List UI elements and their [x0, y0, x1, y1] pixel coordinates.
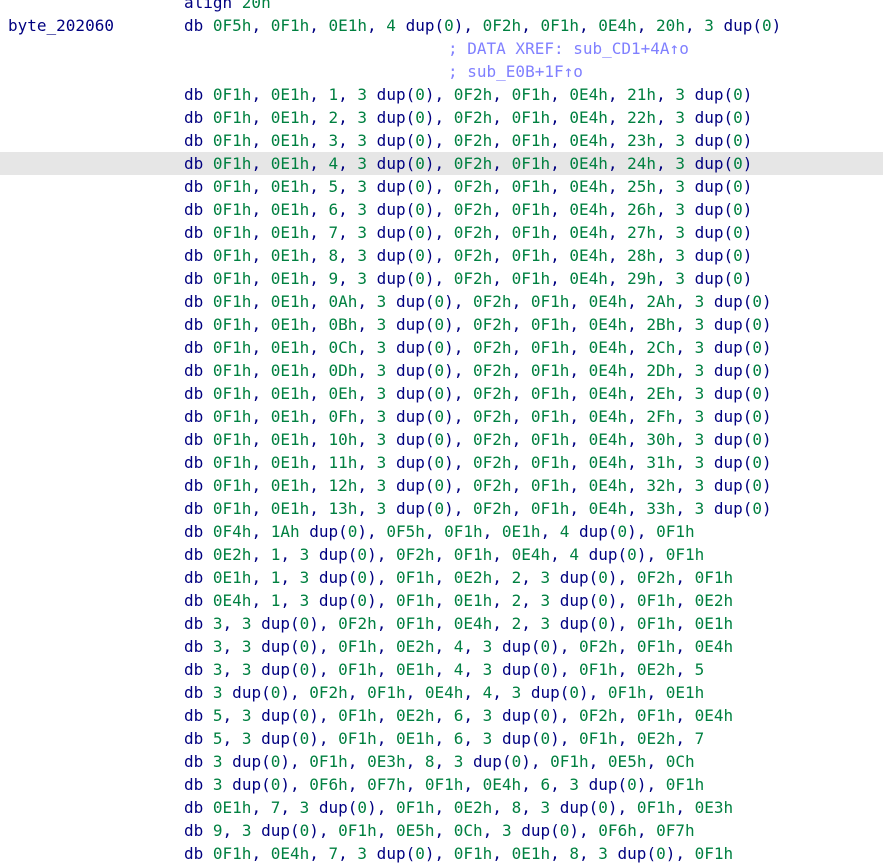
listing-line[interactable]: db 0E1h, 7, 3 dup(0), 0F1h, 0E2h, 8, 3 d… [0, 796, 883, 819]
listing-line[interactable]: db 0F1h, 0E1h, 8, 3 dup(0), 0F2h, 0F1h, … [0, 244, 883, 267]
instruction-text[interactable]: db 0F1h, 0E1h, 2, 3 dup(0), 0F2h, 0F1h, … [184, 106, 752, 129]
listing-line[interactable]: db 3 dup(0), 0F1h, 0E3h, 8, 3 dup(0), 0F… [0, 750, 883, 773]
listing-line[interactable]: align 20h [0, 0, 883, 14]
listing-line-current[interactable]: db 0F1h, 0E1h, 4, 3 dup(0), 0F2h, 0F1h, … [0, 152, 883, 175]
listing-line[interactable]: db 0F1h, 0E1h, 11h, 3 dup(0), 0F2h, 0F1h… [0, 451, 883, 474]
instruction-text[interactable]: db 0F1h, 0E1h, 4, 3 dup(0), 0F2h, 0F1h, … [184, 152, 752, 175]
instruction-text[interactable]: db 0F1h, 0E4h, 7, 3 dup(0), 0F1h, 0E1h, … [184, 842, 733, 865]
instruction-text[interactable]: db 0F5h, 0F1h, 0E1h, 4 dup(0), 0F2h, 0F1… [184, 14, 781, 37]
instruction-text[interactable]: db 3 dup(0), 0F1h, 0E3h, 8, 3 dup(0), 0F… [184, 750, 695, 773]
xref-comment[interactable]: ; sub_E0B+1F↑o [448, 60, 583, 83]
listing-line[interactable]: db 0F1h, 0E1h, 6, 3 dup(0), 0F2h, 0F1h, … [0, 198, 883, 221]
listing-line[interactable]: db 0F4h, 1Ah dup(0), 0F5h, 0F1h, 0E1h, 4… [0, 520, 883, 543]
instruction-text[interactable]: db 3, 3 dup(0), 0F1h, 0E2h, 4, 3 dup(0),… [184, 635, 733, 658]
instruction-text[interactable]: db 3, 3 dup(0), 0F2h, 0F1h, 0E4h, 2, 3 d… [184, 612, 733, 635]
listing-line[interactable]: db 0E4h, 1, 3 dup(0), 0F1h, 0E1h, 2, 3 d… [0, 589, 883, 612]
instruction-text[interactable]: db 0F1h, 0E1h, 9, 3 dup(0), 0F2h, 0F1h, … [184, 267, 752, 290]
instruction-text[interactable]: db 5, 3 dup(0), 0F1h, 0E1h, 6, 3 dup(0),… [184, 727, 704, 750]
instruction-text[interactable]: db 0E2h, 1, 3 dup(0), 0F2h, 0F1h, 0E4h, … [184, 543, 704, 566]
instruction-text[interactable]: db 0F1h, 0E1h, 6, 3 dup(0), 0F2h, 0F1h, … [184, 198, 752, 221]
instruction-text[interactable]: db 0F1h, 0E1h, 0Eh, 3 dup(0), 0F2h, 0F1h… [184, 382, 772, 405]
instruction-text[interactable]: db 0F1h, 0E1h, 11h, 3 dup(0), 0F2h, 0F1h… [184, 451, 772, 474]
instruction-text[interactable]: db 0F1h, 0E1h, 10h, 3 dup(0), 0F2h, 0F1h… [184, 428, 772, 451]
listing-line[interactable]: db 0F1h, 0E1h, 0Ah, 3 dup(0), 0F2h, 0F1h… [0, 290, 883, 313]
instruction-text[interactable]: db 0F1h, 0E1h, 0Bh, 3 dup(0), 0F2h, 0F1h… [184, 313, 772, 336]
listing-line[interactable]: db 0F1h, 0E1h, 0Dh, 3 dup(0), 0F2h, 0F1h… [0, 359, 883, 382]
listing-line[interactable]: db 9, 3 dup(0), 0F1h, 0E5h, 0Ch, 3 dup(0… [0, 819, 883, 842]
listing-line[interactable]: db 3, 3 dup(0), 0F1h, 0E1h, 4, 3 dup(0),… [0, 658, 883, 681]
instruction-text[interactable]: db 0E1h, 1, 3 dup(0), 0F1h, 0E2h, 2, 3 d… [184, 566, 733, 589]
xref-comment[interactable]: ; DATA XREF: sub_CD1+4A↑o [448, 37, 689, 60]
instruction-text[interactable]: db 0F1h, 0E1h, 5, 3 dup(0), 0F2h, 0F1h, … [184, 175, 752, 198]
listing-line[interactable]: db 0F1h, 0E1h, 10h, 3 dup(0), 0F2h, 0F1h… [0, 428, 883, 451]
instruction-text[interactable]: db 0F1h, 0E1h, 1, 3 dup(0), 0F2h, 0F1h, … [184, 83, 752, 106]
listing-line[interactable]: db 0F1h, 0E1h, 12h, 3 dup(0), 0F2h, 0F1h… [0, 474, 883, 497]
listing-line[interactable]: ; sub_E0B+1F↑o [0, 60, 883, 83]
instruction-text[interactable]: db 3, 3 dup(0), 0F1h, 0E1h, 4, 3 dup(0),… [184, 658, 704, 681]
listing-line[interactable]: db 0F1h, 0E1h, 0Bh, 3 dup(0), 0F2h, 0F1h… [0, 313, 883, 336]
instruction-text[interactable]: db 0F1h, 0E1h, 13h, 3 dup(0), 0F2h, 0F1h… [184, 497, 772, 520]
listing-line[interactable]: db 0F1h, 0E1h, 9, 3 dup(0), 0F2h, 0F1h, … [0, 267, 883, 290]
listing-line[interactable]: db 0E1h, 1, 3 dup(0), 0F1h, 0E2h, 2, 3 d… [0, 566, 883, 589]
disassembly-listing[interactable]: align 20h byte_202060 db 0F5h, 0F1h, 0E1h,… [0, 0, 883, 865]
listing-line[interactable]: db 3, 3 dup(0), 0F2h, 0F1h, 0E4h, 2, 3 d… [0, 612, 883, 635]
listing-line[interactable]: db 0F1h, 0E1h, 3, 3 dup(0), 0F2h, 0F1h, … [0, 129, 883, 152]
listing-line[interactable]: db 0F1h, 0E1h, 2, 3 dup(0), 0F2h, 0F1h, … [0, 106, 883, 129]
instruction-text[interactable]: db 9, 3 dup(0), 0F1h, 0E5h, 0Ch, 3 dup(0… [184, 819, 695, 842]
instruction-text[interactable]: db 0E1h, 7, 3 dup(0), 0F1h, 0E2h, 8, 3 d… [184, 796, 733, 819]
listing-line[interactable]: db 0F1h, 0E1h, 0Fh, 3 dup(0), 0F2h, 0F1h… [0, 405, 883, 428]
listing-line[interactable]: db 5, 3 dup(0), 0F1h, 0E2h, 6, 3 dup(0),… [0, 704, 883, 727]
listing-line[interactable]: db 3 dup(0), 0F6h, 0F7h, 0F1h, 0E4h, 6, … [0, 773, 883, 796]
listing-line[interactable]: db 0F1h, 0E1h, 1, 3 dup(0), 0F2h, 0F1h, … [0, 83, 883, 106]
listing-line[interactable]: db 5, 3 dup(0), 0F1h, 0E1h, 6, 3 dup(0),… [0, 727, 883, 750]
listing-line[interactable]: db 3, 3 dup(0), 0F1h, 0E2h, 4, 3 dup(0),… [0, 635, 883, 658]
instruction-text[interactable]: db 3 dup(0), 0F2h, 0F1h, 0E4h, 4, 3 dup(… [184, 681, 704, 704]
listing-line[interactable]: db 0F1h, 0E1h, 0Ch, 3 dup(0), 0F2h, 0F1h… [0, 336, 883, 359]
instruction-text[interactable]: db 0F4h, 1Ah dup(0), 0F5h, 0F1h, 0E1h, 4… [184, 520, 695, 543]
instruction-text[interactable]: db 5, 3 dup(0), 0F1h, 0E2h, 6, 3 dup(0),… [184, 704, 733, 727]
listing-line[interactable]: ; DATA XREF: sub_CD1+4A↑o [0, 37, 883, 60]
listing-line[interactable]: db 0F1h, 0E4h, 7, 3 dup(0), 0F1h, 0E1h, … [0, 842, 883, 865]
instruction-text[interactable]: db 0F1h, 0E1h, 0Ah, 3 dup(0), 0F2h, 0F1h… [184, 290, 772, 313]
instruction-text[interactable]: align 20h [184, 0, 271, 14]
address-label[interactable]: byte_202060 [8, 14, 114, 37]
instruction-text[interactable]: db 0F1h, 0E1h, 0Ch, 3 dup(0), 0F2h, 0F1h… [184, 336, 772, 359]
listing-line[interactable]: db 3 dup(0), 0F2h, 0F1h, 0E4h, 4, 3 dup(… [0, 681, 883, 704]
instruction-text[interactable]: db 0F1h, 0E1h, 3, 3 dup(0), 0F2h, 0F1h, … [184, 129, 752, 152]
listing-line[interactable]: db 0F1h, 0E1h, 0Eh, 3 dup(0), 0F2h, 0F1h… [0, 382, 883, 405]
listing-line[interactable]: db 0F1h, 0E1h, 5, 3 dup(0), 0F2h, 0F1h, … [0, 175, 883, 198]
instruction-text[interactable]: db 3 dup(0), 0F6h, 0F7h, 0F1h, 0E4h, 6, … [184, 773, 704, 796]
instruction-text[interactable]: db 0F1h, 0E1h, 0Dh, 3 dup(0), 0F2h, 0F1h… [184, 359, 772, 382]
listing-line[interactable]: db 0F1h, 0E1h, 13h, 3 dup(0), 0F2h, 0F1h… [0, 497, 883, 520]
instruction-text[interactable]: db 0F1h, 0E1h, 7, 3 dup(0), 0F2h, 0F1h, … [184, 221, 752, 244]
instruction-text[interactable]: db 0F1h, 0E1h, 0Fh, 3 dup(0), 0F2h, 0F1h… [184, 405, 772, 428]
listing-line[interactable]: db 0E2h, 1, 3 dup(0), 0F2h, 0F1h, 0E4h, … [0, 543, 883, 566]
instruction-text[interactable]: db 0F1h, 0E1h, 8, 3 dup(0), 0F2h, 0F1h, … [184, 244, 752, 267]
listing-line[interactable]: db 0F1h, 0E1h, 7, 3 dup(0), 0F2h, 0F1h, … [0, 221, 883, 244]
listing-line[interactable]: byte_202060 db 0F5h, 0F1h, 0E1h, 4 dup(0)… [0, 14, 883, 37]
instruction-text[interactable]: db 0E4h, 1, 3 dup(0), 0F1h, 0E1h, 2, 3 d… [184, 589, 733, 612]
instruction-text[interactable]: db 0F1h, 0E1h, 12h, 3 dup(0), 0F2h, 0F1h… [184, 474, 772, 497]
